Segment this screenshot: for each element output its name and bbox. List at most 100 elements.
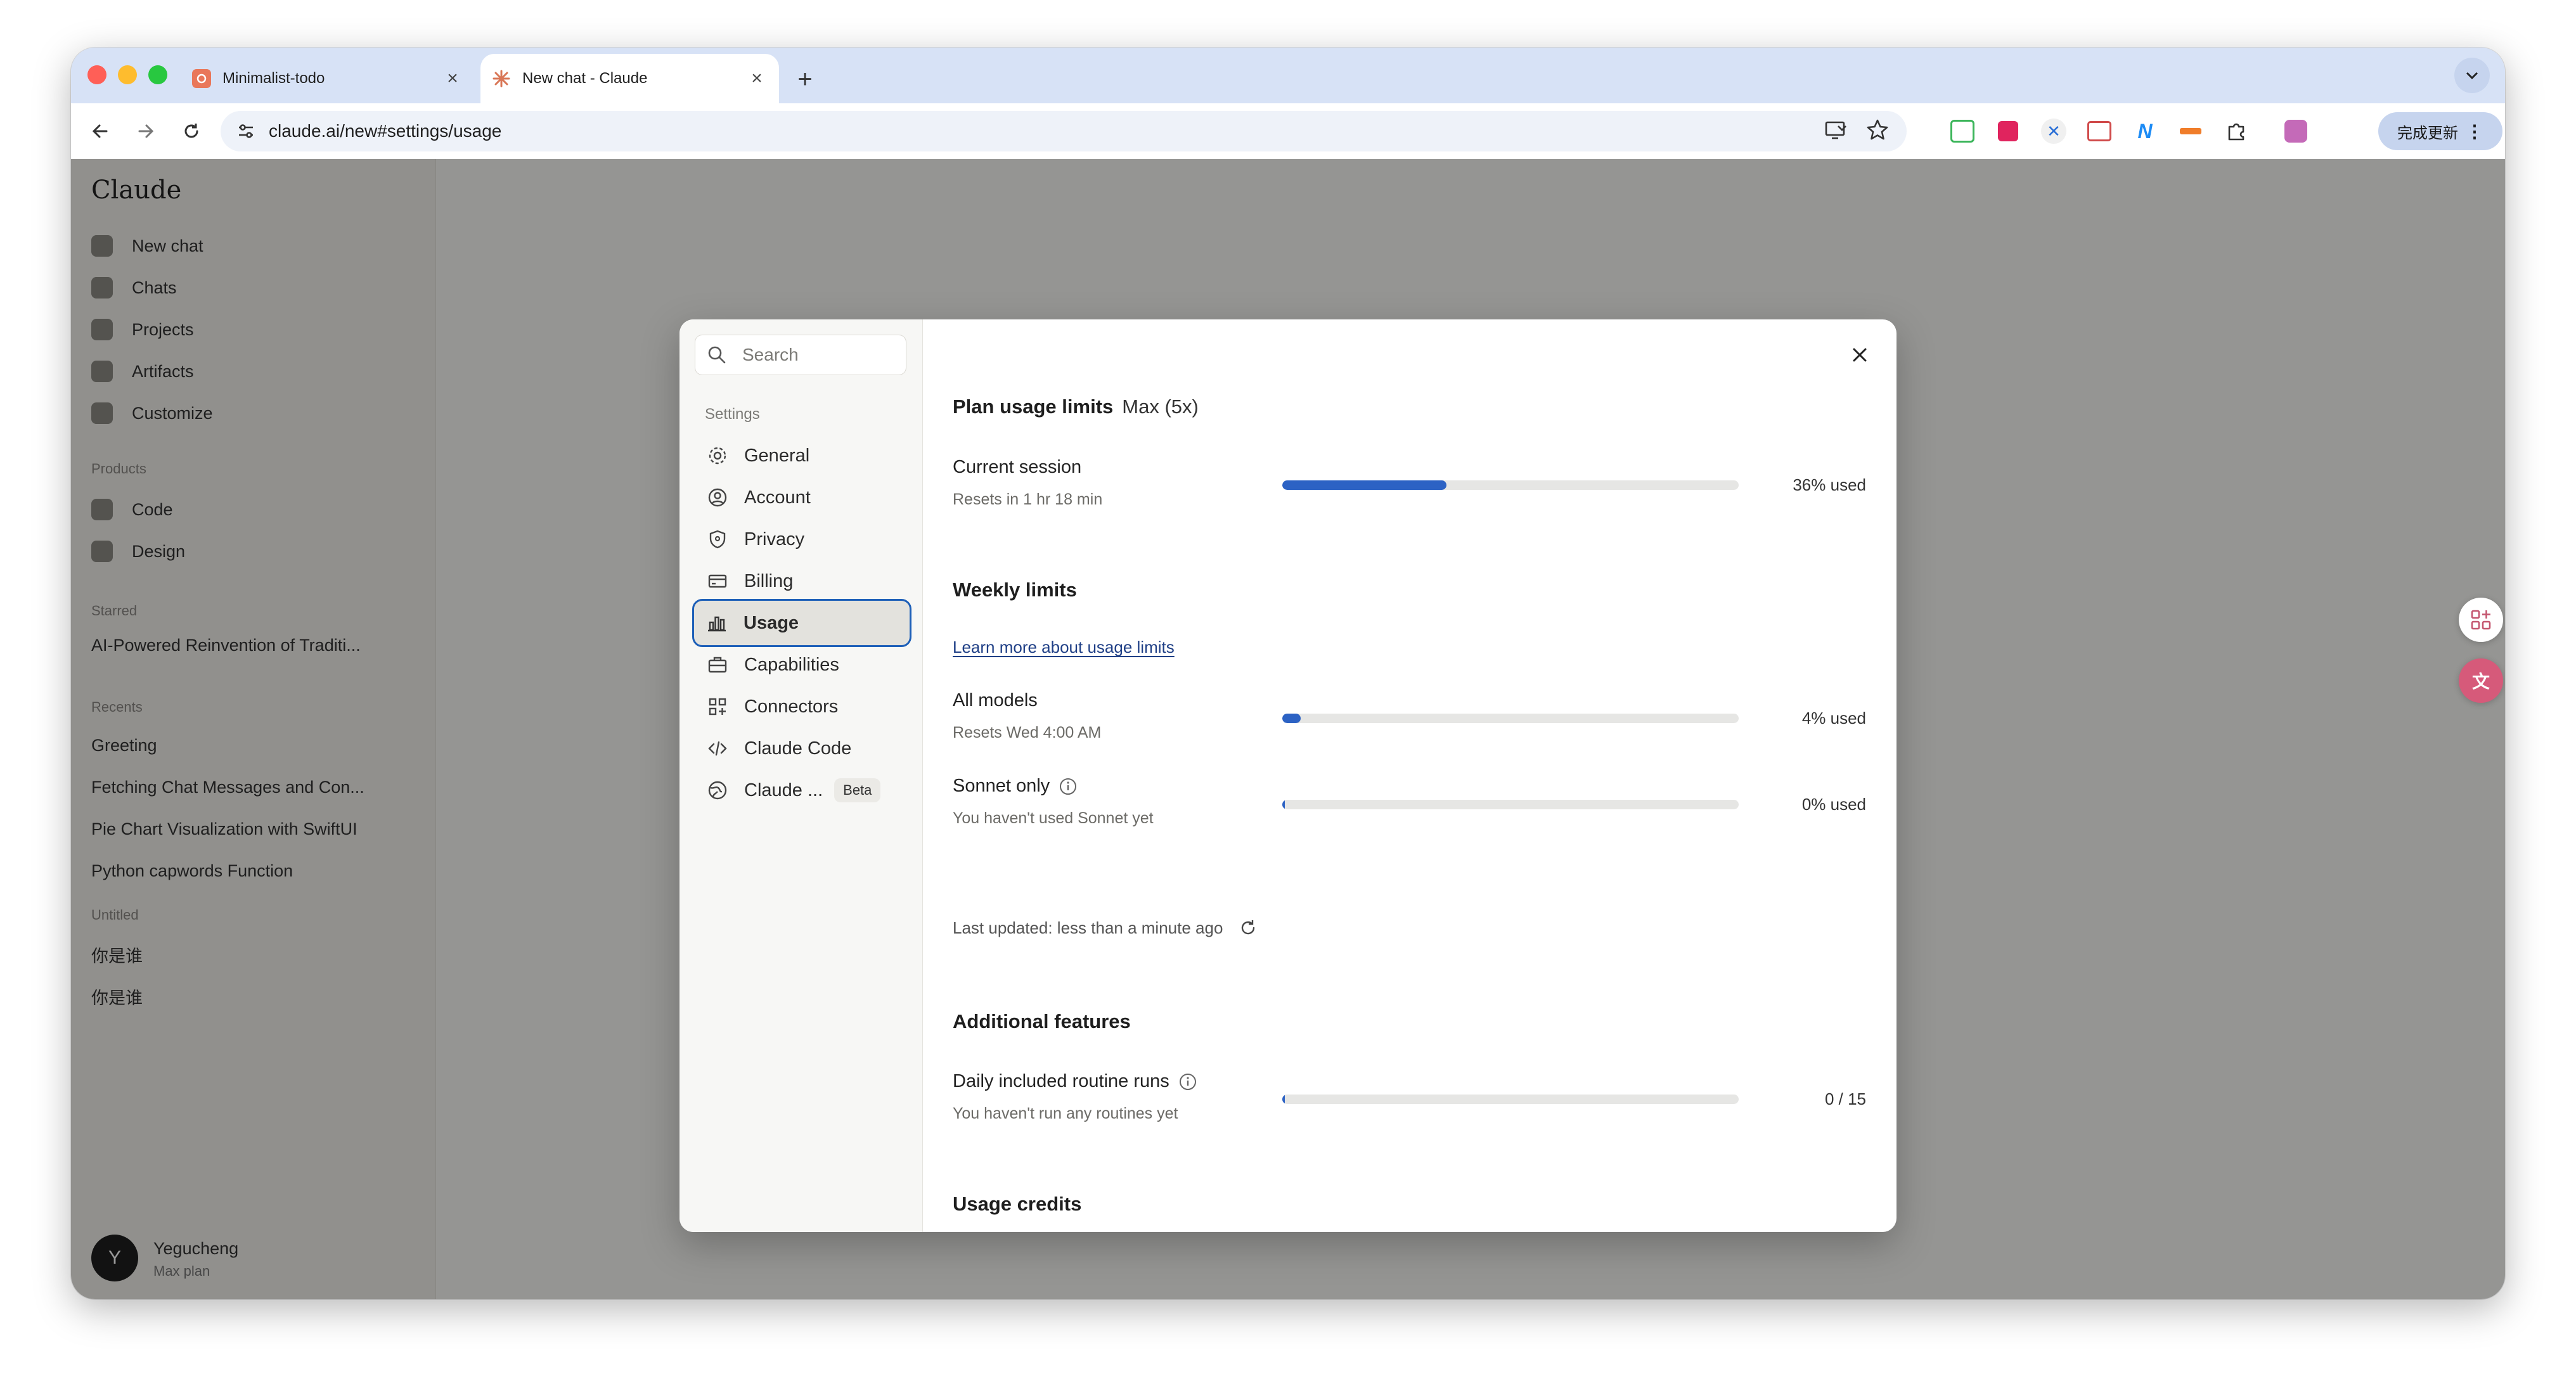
bar-chart-icon (704, 610, 730, 636)
floating-grid-add-button[interactable] (2459, 598, 2503, 642)
translate-icon: 文 (2471, 672, 2490, 691)
settings-nav-connectors[interactable]: Connectors (692, 683, 911, 731)
address-bar[interactable]: claude.ai/new#settings/usage (221, 111, 1907, 151)
settings-nav-label: Billing (744, 570, 794, 591)
sonnet-only-title: Sonnet only (953, 776, 1050, 796)
usage-credits-title: Usage credits (953, 1193, 1082, 1215)
reload-icon (184, 124, 198, 138)
usage-panel: Plan usage limits Max (5x) Current sessio… (922, 319, 1897, 1232)
plan-name: Max (5x) (1122, 395, 1199, 418)
settings-nav-claude-code[interactable]: Claude Code (692, 724, 911, 773)
settings-section-label: Settings (705, 406, 760, 423)
credit-card-icon (705, 568, 730, 594)
claude-app: Claude New chat Chats Projects Artifacts… (71, 159, 2505, 1299)
settings-nav-label: Account (744, 487, 811, 508)
settings-nav-general[interactable]: General (692, 432, 911, 480)
current-session-value: 36% used (1793, 475, 1866, 494)
tab-minimalist-todo[interactable]: Minimalist-todo × (181, 54, 475, 103)
settings-nav-label: Claude ... (744, 780, 823, 800)
routine-runs-progress (1282, 1094, 1739, 1104)
settings-nav-usage[interactable]: Usage (692, 599, 911, 647)
new-tab-button[interactable]: + (786, 60, 824, 98)
update-browser-button[interactable]: 完成更新 ⋮ (2378, 112, 2502, 150)
close-tab-icon[interactable]: × (442, 68, 463, 89)
extension-cross-icon[interactable]: ✕ (2040, 117, 2068, 145)
account-circle-icon (705, 485, 730, 510)
settings-nav-account[interactable]: Account (692, 473, 911, 522)
claude-spark-icon (492, 69, 511, 88)
settings-nav-capabilities[interactable]: Capabilities (692, 641, 911, 689)
grid-add-icon (2471, 610, 2491, 630)
chevron-down-icon (2466, 72, 2478, 80)
update-button-label: 完成更新 (2397, 124, 2458, 142)
refresh-icon[interactable] (1238, 918, 1258, 938)
arrow-left-icon (92, 124, 108, 138)
current-session-title: Current session (953, 457, 1082, 477)
globe-icon (705, 778, 730, 803)
tab-title: Minimalist-todo (222, 70, 325, 87)
settings-nav-label: Capabilities (744, 654, 839, 675)
settings-nav-claude-beta[interactable]: Claude ... Beta (692, 766, 911, 814)
extension-green-icon[interactable] (1948, 117, 1976, 145)
arrow-right-icon (138, 124, 154, 138)
minimize-window-button[interactable] (118, 65, 137, 84)
url-text: claude.ai/new#settings/usage (269, 121, 502, 141)
reload-button[interactable] (176, 116, 207, 146)
zoom-window-button[interactable] (148, 65, 167, 84)
settings-nav-label: General (744, 445, 810, 466)
tab-search-button[interactable] (2454, 58, 2490, 93)
info-icon[interactable] (1059, 777, 1078, 796)
settings-nav-billing[interactable]: Billing (692, 557, 911, 605)
browser-toolbar: claude.ai/new#settings/usage ✕ N 完成更新 ⋮ (71, 103, 2505, 160)
progress-fill (1282, 714, 1301, 723)
settings-nav-label: Connectors (744, 696, 839, 717)
profile-avatar-icon[interactable] (2282, 117, 2310, 145)
forward-button[interactable] (131, 116, 161, 146)
close-window-button[interactable] (87, 65, 106, 84)
search-icon (705, 343, 728, 366)
current-session-reset: Resets in 1 hr 18 min (953, 491, 1103, 508)
settings-nav-label: Claude Code (744, 738, 852, 759)
back-button[interactable] (85, 116, 115, 146)
settings-modal: Settings General Account Privacy Billing (679, 319, 1897, 1232)
tab-title: New chat - Claude (522, 70, 648, 87)
progress-fill (1282, 800, 1285, 809)
more-vert-icon: ⋮ (2466, 121, 2483, 141)
extension-n-icon[interactable]: N (2131, 117, 2159, 145)
routine-runs-note: You haven't run any routines yet (953, 1105, 1178, 1122)
settings-nav: Settings General Account Privacy Billing (679, 319, 923, 1232)
close-icon (1853, 348, 1867, 362)
extension-pink-icon[interactable] (1994, 117, 2022, 145)
all-models-title: All models (953, 690, 1038, 710)
beta-badge: Beta (834, 778, 881, 802)
connectors-icon (705, 694, 730, 719)
info-icon[interactable] (1178, 1072, 1197, 1091)
learn-more-usage-link[interactable]: Learn more about usage limits (953, 638, 1175, 657)
all-models-value: 4% used (1801, 709, 1866, 728)
shield-icon (705, 527, 730, 552)
search-input[interactable] (741, 344, 896, 366)
extension-image-icon[interactable] (2085, 117, 2113, 145)
extensions-puzzle-icon[interactable] (2222, 117, 2250, 145)
routine-runs-row-title: Daily included routine runs (953, 1071, 1197, 1092)
weekly-limits-title: Weekly limits (953, 579, 1077, 601)
progress-fill (1282, 480, 1447, 490)
close-tab-icon[interactable]: × (746, 68, 768, 89)
extension-orange-icon[interactable] (2177, 117, 2205, 145)
site-settings-icon[interactable] (232, 117, 260, 145)
gear-icon (705, 443, 730, 468)
bookmark-star-icon[interactable] (1865, 117, 1890, 146)
install-app-icon[interactable] (1823, 117, 1848, 146)
close-modal-button[interactable] (1846, 341, 1874, 369)
last-updated-text: Last updated: less than a minute ago (953, 918, 1223, 937)
tab-new-chat[interactable]: New chat - Claude × (480, 54, 779, 103)
all-models-progress (1282, 714, 1739, 723)
sonnet-only-note: You haven't used Sonnet yet (953, 809, 1154, 827)
settings-nav-privacy[interactable]: Privacy (692, 515, 911, 563)
plan-usage-title: Plan usage limits Max (5x) (953, 395, 1199, 418)
additional-features-title: Additional features (953, 1010, 1131, 1032)
floating-translate-button[interactable]: 文 (2459, 658, 2503, 703)
settings-search[interactable] (695, 335, 906, 375)
briefcase-icon (705, 652, 730, 677)
sonnet-only-progress (1282, 800, 1739, 809)
